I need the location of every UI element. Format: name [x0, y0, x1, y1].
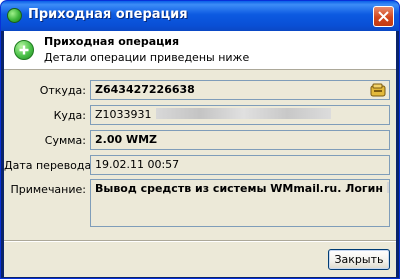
dialog-window: Приходная операция Приходная операция Де… [0, 0, 400, 279]
note-value: Вывод средств из системы WMmail.ru. Логи… [95, 182, 383, 195]
to-field[interactable]: Z1033931 [90, 105, 390, 125]
from-value: Z643427226638 [95, 83, 195, 96]
to-label: Куда: [53, 109, 86, 122]
date-label: Дата перевода: [4, 159, 95, 172]
window-title: Приходная операция [28, 7, 188, 22]
close-window-button[interactable] [373, 6, 394, 27]
footer-divider [4, 240, 396, 242]
close-icon [378, 11, 389, 22]
date-value: 19.02.11 00:57 [95, 158, 180, 171]
app-icon [7, 8, 22, 23]
header-title: Приходная операция [44, 35, 180, 48]
from-label: Откуда: [39, 84, 86, 97]
to-value: Z1033931 [95, 108, 152, 121]
date-field[interactable]: 19.02.11 00:57 [90, 155, 390, 175]
note-field[interactable]: Вывод средств из системы WMmail.ru. Логи… [90, 179, 390, 227]
from-field[interactable]: Z643427226638 [90, 80, 390, 100]
amount-label: Сумма: [44, 134, 86, 147]
redacted-text [155, 108, 331, 119]
wallet-icon[interactable] [370, 82, 386, 98]
dialog-body: Приходная операция Детали операции приве… [4, 31, 396, 277]
dialog-header: Приходная операция Детали операции приве… [4, 31, 396, 70]
amount-value: 2.00 WMZ [95, 133, 158, 146]
title-bar[interactable]: Приходная операция [1, 1, 399, 31]
amount-field[interactable]: 2.00 WMZ [90, 130, 390, 150]
note-label: Примечание: [10, 183, 86, 196]
header-subtitle: Детали операции приведены ниже [44, 51, 250, 64]
close-button[interactable]: Закрыть [328, 249, 390, 270]
plus-icon [14, 40, 34, 60]
redacted-login [386, 182, 389, 193]
